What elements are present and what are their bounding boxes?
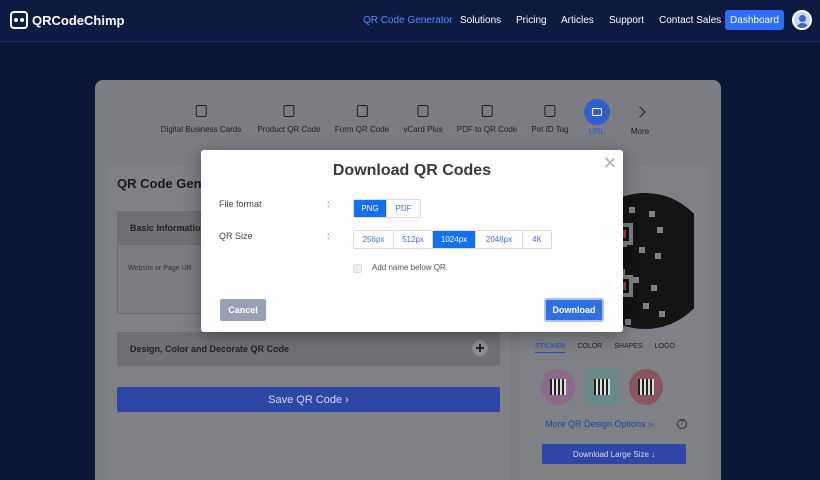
sticker-option[interactable]: [541, 369, 575, 405]
paw-icon: [544, 105, 556, 117]
nav-articles[interactable]: Articles: [561, 15, 594, 26]
qr-size-colon: :: [327, 231, 330, 241]
nav-support[interactable]: Support: [609, 15, 644, 26]
tab-label: URL: [588, 127, 605, 136]
size-1024-button[interactable]: 1024px: [433, 231, 476, 248]
file-format-label: File format: [219, 199, 262, 209]
add-name-label: Add name below QR: [372, 263, 446, 272]
sticker-option[interactable]: [629, 369, 663, 405]
nav-solutions[interactable]: Solutions: [460, 15, 501, 26]
size-2048-button[interactable]: 2048px: [476, 231, 523, 248]
save-qr-code-button[interactable]: Save QR Code ›: [117, 387, 500, 412]
tab-url[interactable]: URL: [584, 99, 610, 136]
close-icon[interactable]: [604, 157, 615, 168]
tab-pdf-to-qr-code[interactable]: PDF to QR Code: [457, 105, 517, 134]
url-input-label: Website or Page UR: [128, 265, 192, 272]
nav-contact-sales[interactable]: Contact Sales: [659, 15, 721, 26]
size-256-button[interactable]: 256px: [354, 231, 394, 248]
design-section[interactable]: Design, Color and Decorate QR Code: [117, 332, 500, 366]
format-pdf-button[interactable]: PDF: [387, 200, 420, 217]
file-format-colon: :: [327, 199, 330, 209]
sticker-options: [541, 369, 663, 405]
brand-logo[interactable]: QRCodeChimp: [10, 11, 124, 29]
tab-sticker[interactable]: STICKER: [535, 343, 566, 353]
tab-logo[interactable]: LOGO: [655, 343, 675, 353]
panel-title: QR Code Gene: [117, 176, 209, 191]
cancel-button[interactable]: Cancel: [220, 299, 266, 321]
qr-size-label: QR Size: [219, 231, 253, 241]
vcard-icon: [417, 105, 429, 117]
modal-title: Download QR Codes: [332, 162, 492, 179]
qr-size-selector: 256px 512px 1024px 2048px 4K: [353, 230, 552, 249]
tab-pet-id-tag[interactable]: Pet ID Tag: [531, 105, 569, 134]
chevron-right-icon: [634, 106, 646, 118]
brand-name: QRCodeChimp: [32, 12, 125, 28]
download-button[interactable]: Download: [544, 298, 604, 322]
download-qr-codes-modal: Download QR Codes File format : PNG PDF …: [201, 150, 623, 332]
tab-label: Pet ID Tag: [531, 125, 569, 134]
tab-vcard-plus[interactable]: vCard Plus: [403, 105, 443, 134]
nav-pricing[interactable]: Pricing: [516, 15, 547, 26]
user-avatar-icon[interactable]: [792, 10, 812, 30]
sticker-option[interactable]: [585, 369, 619, 405]
format-png-button[interactable]: PNG: [354, 200, 387, 217]
tab-label: vCard Plus: [403, 125, 443, 134]
url-icon: [584, 99, 610, 125]
pdf-icon: [481, 105, 493, 117]
file-format-selector: PNG PDF: [353, 199, 421, 218]
nav-qr-code-generator[interactable]: QR Code Generator: [363, 15, 453, 26]
product-icon: [283, 105, 295, 117]
tab-label: More: [630, 127, 650, 136]
tab-product-qr-code[interactable]: Product QR Code: [257, 105, 321, 134]
tab-color[interactable]: COLOR: [577, 343, 602, 353]
tab-label: Product QR Code: [257, 125, 321, 134]
section-label: Basic Information: [130, 223, 207, 233]
form-icon: [356, 105, 368, 117]
plus-icon[interactable]: [472, 340, 488, 356]
top-navigation: QRCodeChimp QR Code Generator Solutions …: [0, 0, 820, 42]
tab-form-qr-code[interactable]: Form QR Code: [335, 105, 389, 134]
dashboard-button[interactable]: Dashboard: [725, 10, 784, 30]
size-4k-button[interactable]: 4K: [523, 231, 551, 248]
tab-label: Digital Business Cards: [160, 125, 242, 134]
download-large-size-button[interactable]: Download Large Size ↓: [542, 444, 686, 464]
tab-shapes[interactable]: SHAPES: [614, 343, 642, 353]
help-icon[interactable]: ?: [677, 419, 687, 429]
chimp-logo-icon: [10, 11, 28, 29]
add-name-checkbox[interactable]: [353, 264, 362, 273]
tab-label: PDF to QR Code: [456, 125, 518, 134]
design-tabs: STICKER COLOR SHAPES LOGO: [535, 343, 675, 353]
tab-label: Form QR Code: [334, 125, 390, 134]
more-qr-design-options-link[interactable]: More QR Design Options ››: [545, 419, 654, 429]
tab-digital-business-cards[interactable]: Digital Business Cards: [161, 105, 241, 134]
card-icon: [195, 105, 207, 117]
size-512-button[interactable]: 512px: [394, 231, 433, 248]
section-label: Design, Color and Decorate QR Code: [130, 344, 290, 354]
tab-more[interactable]: More: [631, 105, 649, 136]
qr-type-tabs: Digital Business Cards Product QR Code F…: [95, 99, 721, 150]
